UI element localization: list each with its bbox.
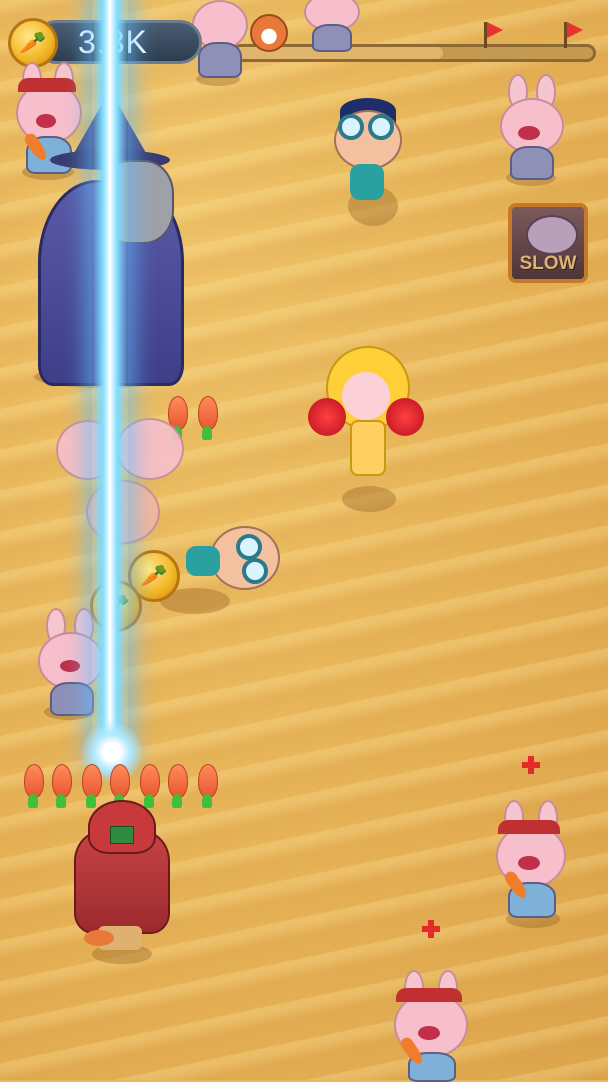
- carrot-coin-icon: 🥕: [8, 18, 58, 68]
- cheerleader-enemy[interactable]: [306, 346, 426, 486]
- heal-plus-icon: [422, 920, 440, 938]
- slow-powerup-label: SLOW: [519, 253, 577, 274]
- flag-icon: [482, 22, 504, 48]
- carrot-ammo-icon: [50, 764, 72, 810]
- bandit-bunny-enemy[interactable]: [382, 970, 478, 1082]
- heal-plus-icon: [522, 756, 540, 774]
- flag-icon: [562, 22, 584, 48]
- shadow: [342, 486, 396, 512]
- laser-beam: [92, 0, 128, 760]
- carrot-ammo-icon: [196, 764, 218, 810]
- goggle-kid-enemy[interactable]: [328, 92, 408, 222]
- carrot-ammo-icon: [166, 764, 188, 810]
- bunny-enemy[interactable]: [300, 0, 360, 52]
- bunny-enemy[interactable]: [494, 74, 566, 180]
- carrot-ammo-icon: [22, 764, 44, 810]
- slow-powerup-icon: [526, 215, 578, 255]
- goggle-kid-enemy[interactable]: [176, 520, 296, 600]
- slow-powerup-button[interactable]: SLOW: [508, 203, 588, 283]
- red-hood-hero[interactable]: [74, 790, 170, 960]
- carrot-pickup: [196, 396, 218, 442]
- fox-avatar-icon: [250, 14, 288, 52]
- bandit-bunny-enemy[interactable]: [486, 800, 576, 920]
- wave-progress-bar: [232, 22, 596, 62]
